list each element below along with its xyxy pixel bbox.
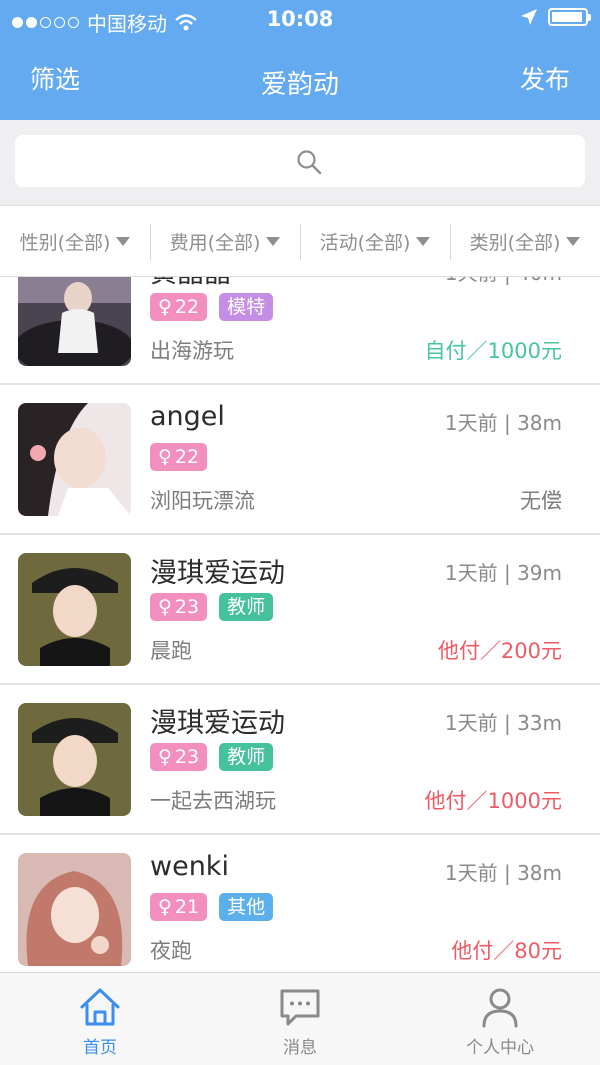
nav-bar: 筛选 爱韵动 发布 <box>0 40 600 120</box>
filter-activity[interactable]: 活动(全部) <box>300 206 450 276</box>
gender-age-badge: ♀ 21 <box>150 893 208 921</box>
activity-text: 晨跑 <box>150 639 192 663</box>
tab-profile[interactable]: 个人中心 <box>400 973 600 1065</box>
location-arrow-icon <box>521 9 537 25</box>
activity-list: 黄晶晶 1天前 | 40m ♀22 模特 出海游玩 自付／1000元 angel… <box>0 277 600 972</box>
female-icon: ♀ <box>158 896 172 918</box>
tab-bar: 首页 消息 个人中心 <box>0 972 600 1065</box>
dropdown-arrow-icon <box>116 236 131 246</box>
female-icon: ♀ <box>158 296 172 318</box>
search-icon <box>297 150 322 175</box>
price-text: 他付／200元 <box>437 639 562 663</box>
dropdown-arrow-icon <box>416 236 431 246</box>
activity-text: 浏阳玩漂流 <box>150 489 255 513</box>
message-icon <box>280 989 320 1026</box>
user-name: angel <box>150 401 225 432</box>
list-item[interactable]: 黄晶晶 1天前 | 40m ♀22 模特 出海游玩 自付／1000元 <box>0 277 600 385</box>
tab-label: 个人中心 <box>466 1038 534 1058</box>
female-icon: ♀ <box>158 446 172 468</box>
time-distance: 1天前 | 39m <box>444 561 562 585</box>
list-item[interactable]: 漫琪爱运动 1天前 | 33m ♀ 23 教师 一起去西湖玩 他付／1000元 <box>0 685 600 835</box>
user-name: 黄晶晶 <box>150 277 231 290</box>
tab-label: 首页 <box>83 1038 117 1058</box>
status-time: 10:08 <box>266 7 334 31</box>
user-name: wenki <box>150 851 229 882</box>
gender-age-badge: ♀ 23 <box>150 593 208 621</box>
filter-label: 类别(全部) <box>469 231 561 254</box>
user-name: 漫琪爱运动 <box>150 558 285 589</box>
avatar <box>18 403 131 516</box>
time-distance: 1天前 | 38m <box>444 861 562 885</box>
tab-home[interactable]: 首页 <box>0 973 200 1065</box>
page-title: 爱韵动 <box>260 70 339 100</box>
activity-text: 一起去西湖玩 <box>150 789 276 813</box>
category-badge: 其他 <box>219 893 274 921</box>
user-name: 漫琪爱运动 <box>150 708 285 739</box>
category-badge: 教师 <box>219 743 274 771</box>
avatar <box>18 277 131 366</box>
filter-label: 性别(全部) <box>19 231 111 254</box>
female-icon: ♀ <box>158 596 172 618</box>
price-text: 他付／1000元 <box>424 789 562 813</box>
category-badge: 模特 <box>219 293 274 321</box>
price-text: 自付／1000元 <box>424 339 562 363</box>
status-bar: 中国移动 10:08 <box>0 0 600 40</box>
battery-icon <box>548 8 591 26</box>
price-text: 无偿 <box>520 489 562 513</box>
filter-label: 活动(全部) <box>319 231 411 254</box>
dropdown-arrow-icon <box>566 236 581 246</box>
filter-bar: 性别(全部) 费用(全部) 活动(全部) 类别(全部) <box>0 205 600 277</box>
female-icon: ♀ <box>158 746 172 768</box>
person-icon <box>482 988 518 1028</box>
time-distance: 1天前 | 40m <box>445 277 562 286</box>
tab-label: 消息 <box>283 1038 317 1058</box>
filter-gender[interactable]: 性别(全部) <box>0 206 150 276</box>
list-item[interactable]: 漫琪爱运动 1天前 | 39m ♀ 23 教师 晨跑 他付／200元 <box>0 535 600 685</box>
search-input[interactable] <box>15 135 585 187</box>
filter-cost[interactable]: 费用(全部) <box>150 206 300 276</box>
dropdown-arrow-icon <box>266 236 281 246</box>
activity-text: 出海游玩 <box>150 339 234 363</box>
filter-category[interactable]: 类别(全部) <box>450 206 600 276</box>
time-distance: 1天前 | 38m <box>444 411 562 435</box>
tab-messages[interactable]: 消息 <box>200 973 400 1065</box>
avatar <box>18 703 131 816</box>
list-item[interactable]: angel 1天前 | 38m ♀ 22 浏阳玩漂流 无偿 <box>0 385 600 535</box>
activity-text: 夜跑 <box>150 939 192 963</box>
category-badge: 教师 <box>219 593 274 621</box>
time-distance: 1天前 | 33m <box>444 711 562 735</box>
gender-age-badge: ♀ 23 <box>150 743 208 771</box>
search-area <box>0 120 600 205</box>
gender-age-badge: ♀ 22 <box>150 293 208 321</box>
filter-label: 费用(全部) <box>169 231 261 254</box>
home-icon <box>80 988 120 1026</box>
publish-button[interactable]: 发布 <box>520 60 570 96</box>
avatar <box>18 853 131 966</box>
avatar <box>18 553 131 666</box>
price-text: 他付／80元 <box>451 939 562 963</box>
list-item[interactable]: wenki 1天前 | 38m ♀ 21 其他 夜跑 他付／80元 <box>0 835 600 972</box>
gender-age-badge: ♀ 22 <box>150 443 208 471</box>
